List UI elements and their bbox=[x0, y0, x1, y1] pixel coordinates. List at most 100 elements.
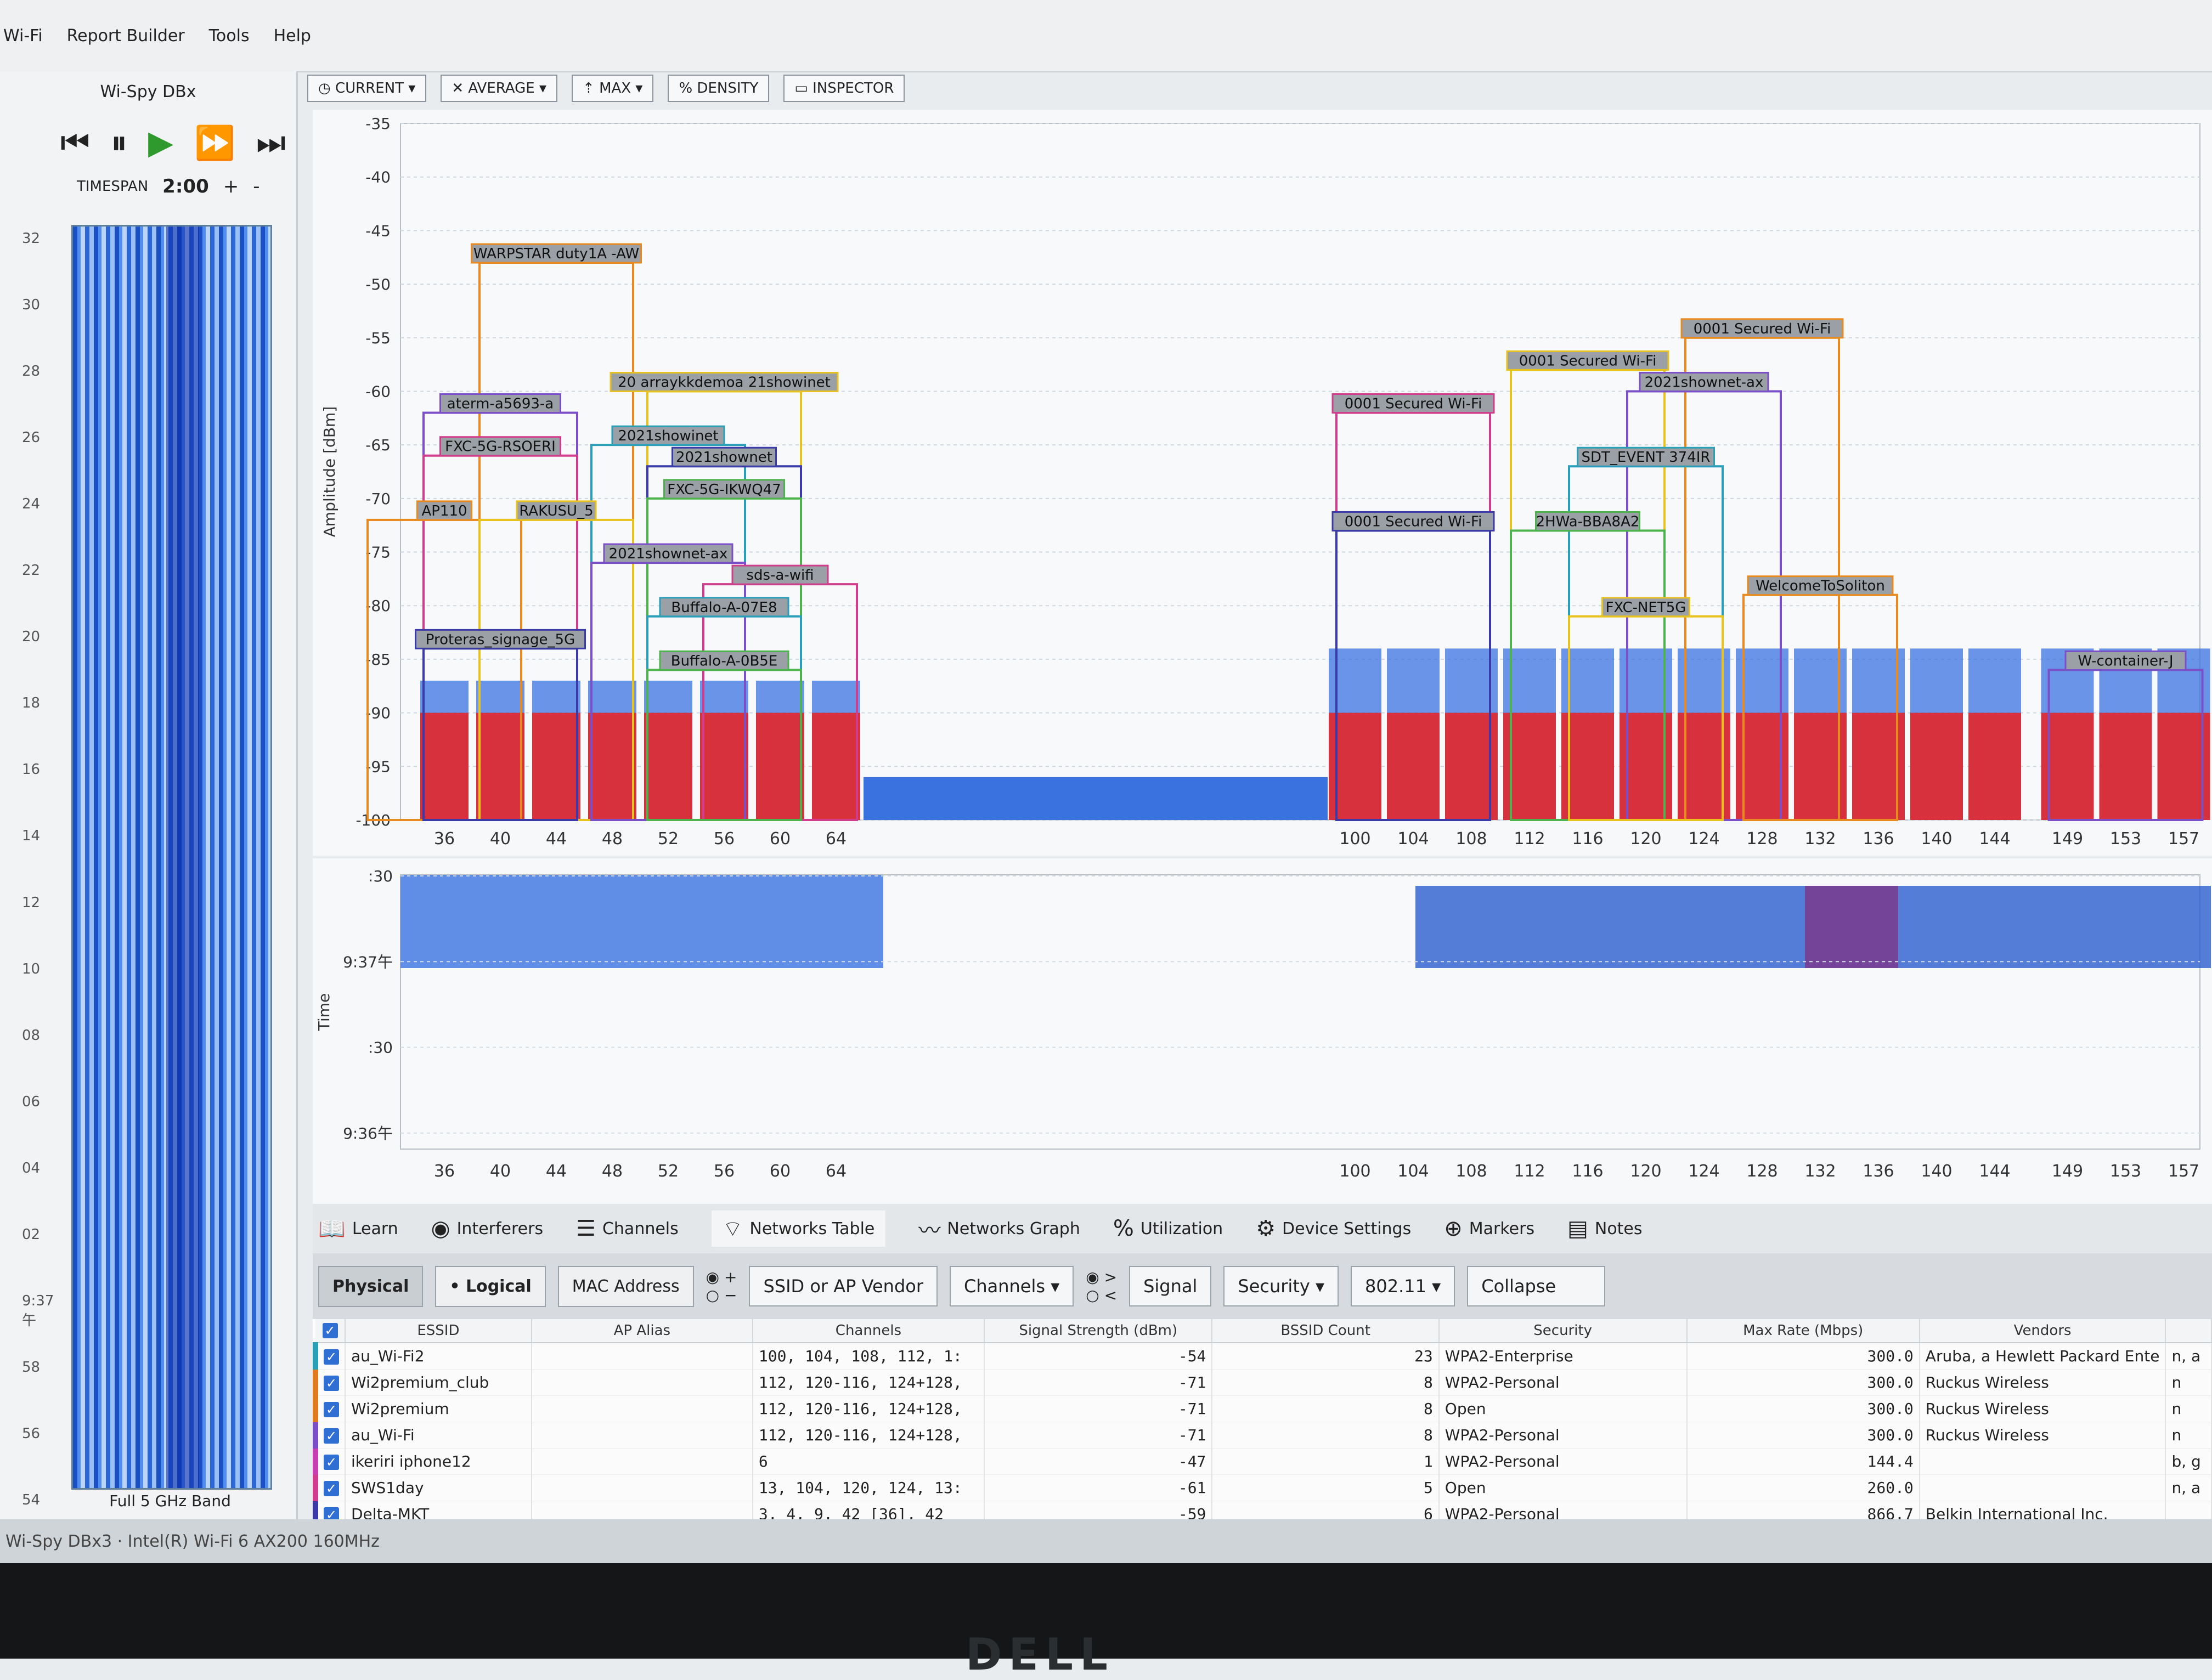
row-checkbox[interactable]: ✓ bbox=[313, 1422, 346, 1449]
mac-address-button[interactable]: MAC Address bbox=[557, 1265, 694, 1307]
amplitude-chart[interactable]: -35-40-45-50-55-60-65-70-75-80-85-90-95-… bbox=[313, 110, 2212, 856]
network-label[interactable]: sds-a-wifi bbox=[746, 567, 814, 584]
ap-alias-cell bbox=[531, 1395, 753, 1422]
tab-channels[interactable]: ☰ Channels bbox=[576, 1216, 679, 1241]
tab-networks-graph[interactable]: 〰 Networks Graph bbox=[918, 1213, 1080, 1245]
table-row[interactable]: ✓ au_Wi-Fi2 100, 104, 108, 112, 1: -54 23 WPA… bbox=[313, 1343, 2212, 1370]
network-label[interactable]: 0001 Secured Wi-Fi bbox=[1345, 513, 1482, 530]
menu-report-builder[interactable]: Report Builder bbox=[67, 26, 185, 46]
greater-than-radio[interactable]: ◉ > bbox=[1086, 1268, 1117, 1286]
timespan-minus-button[interactable]: - bbox=[253, 176, 259, 197]
current-button[interactable]: ◷ CURRENT ▾ bbox=[307, 75, 427, 102]
network-label[interactable]: 0001 Secured Wi-Fi bbox=[1519, 353, 1657, 369]
signal-filter[interactable]: Signal bbox=[1129, 1266, 1212, 1306]
menu-help[interactable]: Help bbox=[274, 26, 311, 46]
col-security[interactable]: Security bbox=[1438, 1319, 1688, 1343]
row-checkbox[interactable]: ✓ bbox=[313, 1474, 346, 1501]
network-label[interactable]: Buffalo-A-0B5E bbox=[671, 653, 778, 669]
col-max-rate[interactable]: Max Rate (Mbps) bbox=[1686, 1319, 1920, 1343]
row-checkbox[interactable]: ✓ bbox=[313, 1448, 346, 1475]
network-label[interactable]: WARPSTAR duty1A -AW bbox=[473, 246, 639, 262]
tab-notes[interactable]: ▤ Notes bbox=[1567, 1216, 1642, 1241]
tab-learn[interactable]: 📖 Learn bbox=[318, 1216, 398, 1242]
pause-icon[interactable]: ⏸ bbox=[111, 123, 127, 162]
network-label[interactable]: aterm-a5693-a bbox=[447, 396, 554, 412]
physical-toggle[interactable]: Physical bbox=[318, 1265, 424, 1307]
network-label[interactable]: AP110 bbox=[421, 503, 467, 519]
col-bssid-count[interactable]: BSSID Count bbox=[1212, 1319, 1440, 1343]
table-row[interactable]: ✓ Wi2premium 112, 120-116, 124+128, -71 8 Ope… bbox=[313, 1395, 2212, 1422]
network-label[interactable]: 0001 Secured Wi-Fi bbox=[1345, 396, 1482, 412]
row-checkbox[interactable]: ✓ bbox=[313, 1395, 346, 1422]
network-label[interactable]: FXC-NET5G bbox=[1606, 599, 1686, 616]
network-label[interactable]: 2021showinet bbox=[618, 428, 718, 444]
network-label[interactable]: 2021shownet-ax bbox=[1645, 374, 1764, 391]
col-ap-alias[interactable]: AP Alias bbox=[531, 1319, 753, 1343]
collapse-radio[interactable]: ○ − bbox=[706, 1286, 737, 1304]
max-button[interactable]: ⇡ MAX ▾ bbox=[572, 75, 654, 102]
network-label[interactable]: FXC-5G-RSOERI bbox=[445, 439, 556, 455]
fast-forward-icon[interactable]: ⏩ bbox=[194, 123, 235, 162]
select-all-header[interactable]: ✓ bbox=[315, 1319, 346, 1343]
x-tick-label: 140 bbox=[1921, 829, 1952, 849]
select-all-checkbox[interactable]: ✓ bbox=[322, 1323, 338, 1338]
network-label[interactable]: SDT_EVENT 374IR bbox=[1581, 449, 1710, 466]
network-label[interactable]: Proteras_signage_5G bbox=[426, 631, 575, 648]
ssid-vendor-filter[interactable]: SSID or AP Vendor bbox=[749, 1266, 938, 1306]
logical-toggle[interactable]: • Logical bbox=[435, 1265, 546, 1307]
row-checkbox[interactable]: ✓ bbox=[313, 1369, 346, 1396]
menu-tools[interactable]: Tools bbox=[209, 26, 250, 46]
expand-radio[interactable]: ◉ + bbox=[706, 1268, 737, 1286]
channels-dropdown[interactable]: Channels ▾ bbox=[950, 1266, 1074, 1306]
col-signal[interactable]: Signal Strength (dBm) bbox=[984, 1319, 1213, 1343]
row-select-checkbox[interactable]: ✓ bbox=[324, 1376, 339, 1391]
tab-interferers[interactable]: ◉ Interferers bbox=[431, 1216, 543, 1241]
network-label[interactable]: 2021shownet bbox=[676, 449, 772, 466]
network-label[interactable]: FXC-5G-IKWQ47 bbox=[667, 482, 781, 498]
protocol-dropdown[interactable]: 802.11 ▾ bbox=[1351, 1266, 1455, 1306]
network-label[interactable]: 20 arraykkdemoa 21showinet bbox=[618, 374, 831, 391]
inspector-button[interactable]: ▭ INSPECTOR bbox=[783, 75, 905, 102]
tab-networks-table[interactable]: ⌔ Networks Table bbox=[711, 1210, 886, 1247]
spectrum-peak bbox=[2099, 712, 2152, 820]
timespan-plus-button[interactable]: + bbox=[223, 176, 239, 197]
network-label[interactable]: RAKUSU_5 bbox=[519, 503, 593, 519]
row-select-checkbox[interactable]: ✓ bbox=[324, 1481, 339, 1496]
network-label[interactable]: 2HWa-BBA8A2 bbox=[1536, 513, 1640, 530]
col-vendors[interactable]: Vendors bbox=[1919, 1319, 2166, 1343]
less-than-radio[interactable]: ○ < bbox=[1086, 1286, 1117, 1304]
time-waterfall-chart[interactable]: :30 9:37午:30 9:36午 Time 36 40 44 48 52 56 60 64 100 1… bbox=[313, 858, 2212, 1204]
table-row[interactable]: ✓ ikeriri iphone12 6 -47 1 WPA2-Personal 144.4… bbox=[313, 1448, 2212, 1475]
density-button[interactable]: % DENSITY bbox=[668, 75, 770, 102]
network-label[interactable]: 0001 Secured Wi-Fi bbox=[1694, 321, 1831, 337]
x-tick-label: 100 bbox=[1339, 829, 1370, 849]
col-channels[interactable]: Channels bbox=[752, 1319, 985, 1343]
network-label[interactable]: W-container-J bbox=[2078, 653, 2173, 669]
row-select-checkbox[interactable]: ✓ bbox=[324, 1428, 339, 1444]
collapse-button[interactable]: Collapse bbox=[1467, 1266, 1606, 1306]
network-label[interactable]: 2021shownet-ax bbox=[609, 546, 728, 562]
tab-markers[interactable]: ⊕ Markers bbox=[1444, 1216, 1534, 1241]
row-select-checkbox[interactable]: ✓ bbox=[324, 1349, 339, 1365]
x-tick-label: 153 bbox=[2110, 829, 2141, 849]
tab-utilization[interactable]: % Utilization bbox=[1113, 1216, 1223, 1241]
tab-device-settings[interactable]: ⚙ Device Settings bbox=[1256, 1216, 1411, 1241]
network-label[interactable]: WelcomeToSoliton bbox=[1756, 578, 1885, 595]
time-tick-label: 9:36午 bbox=[343, 1124, 393, 1142]
row-select-checkbox[interactable]: ✓ bbox=[324, 1455, 339, 1470]
menu-wifi[interactable]: Wi-Fi bbox=[3, 26, 43, 46]
row-checkbox[interactable]: ✓ bbox=[313, 1343, 346, 1370]
table-row[interactable]: ✓ Wi2premium_club 112, 120-116, 124+128, -7… bbox=[313, 1369, 2212, 1396]
average-button[interactable]: ✕ AVERAGE ▾ bbox=[441, 75, 558, 102]
skip-forward-icon[interactable]: ⏭ bbox=[256, 123, 286, 162]
table-row[interactable]: ✓ au_Wi-Fi 112, 120-116, 124+128, -71 8 WPA2-… bbox=[313, 1422, 2212, 1449]
network-label[interactable]: Buffalo-A-07E8 bbox=[671, 599, 777, 616]
skip-back-icon[interactable]: ⏮ bbox=[60, 123, 90, 162]
security-dropdown[interactable]: Security ▾ bbox=[1223, 1266, 1339, 1306]
col-essid[interactable]: ESSID bbox=[345, 1319, 532, 1343]
spectrum-peak bbox=[812, 712, 860, 820]
table-row[interactable]: ✓ SWS1day 13, 104, 120, 124, 13: -61 5 Open 26… bbox=[313, 1474, 2212, 1501]
play-icon[interactable]: ▶ bbox=[148, 123, 173, 162]
row-select-checkbox[interactable]: ✓ bbox=[324, 1402, 339, 1417]
full-band-waterfall[interactable] bbox=[71, 225, 272, 1490]
